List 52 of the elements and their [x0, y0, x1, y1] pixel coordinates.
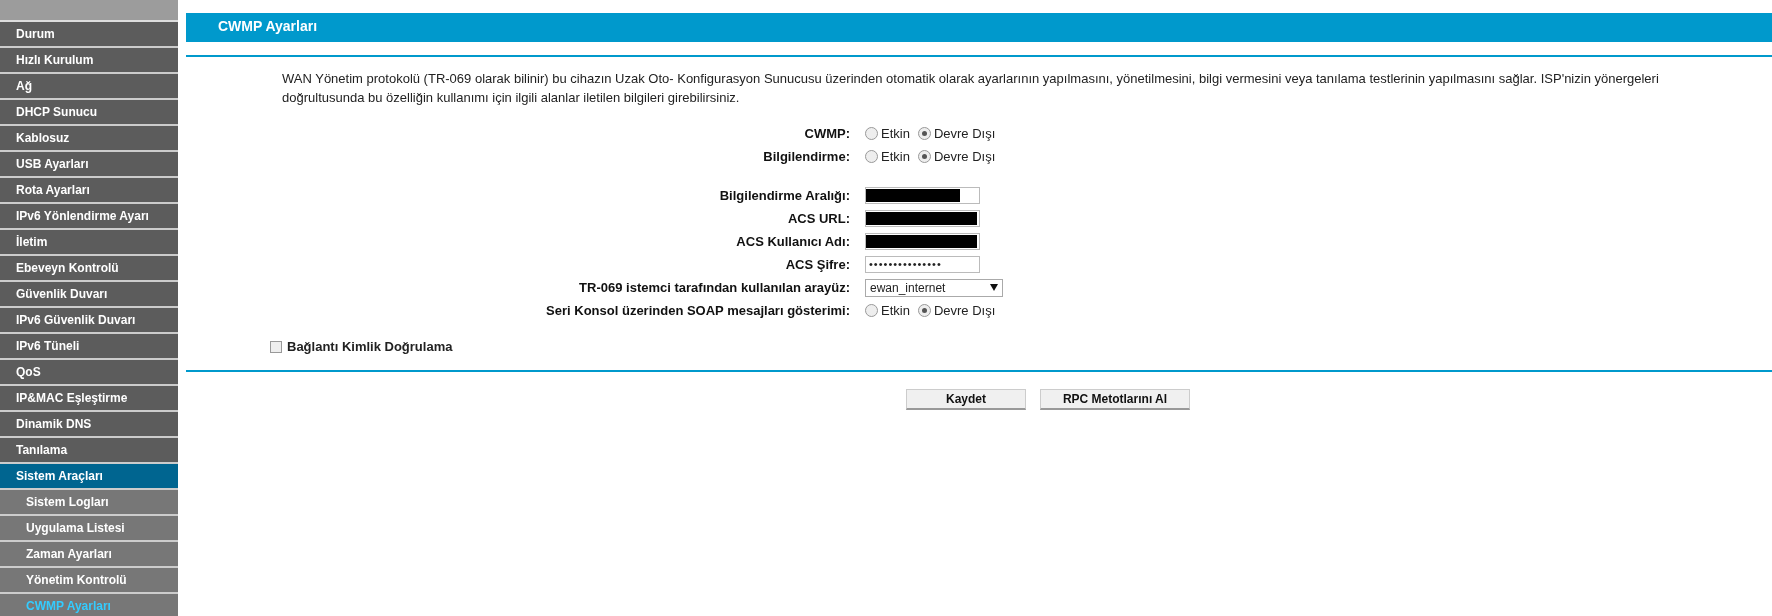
checkbox[interactable] — [270, 340, 282, 353]
action-button[interactable]: Kaydet — [906, 389, 1026, 410]
sidebar-item[interactable]: IP&MAC Eşleştirme — [0, 386, 178, 412]
radio-button[interactable] — [917, 150, 931, 163]
sidebar-subitem[interactable]: Zaman Ayarları — [0, 542, 178, 568]
field-label: ACS Şifre: — [784, 257, 851, 272]
field-label: ACS URL: — [786, 211, 851, 226]
page-title: CWMP Ayarları — [186, 13, 1772, 42]
sidebar-subitem[interactable]: Sistem Logları — [0, 490, 178, 516]
radio-button[interactable] — [917, 304, 931, 317]
interface-dropdown[interactable]: ewan_internet — [865, 278, 1003, 297]
sidebar-subitem[interactable]: Yönetim Kontrolü — [0, 568, 178, 594]
sidebar-item[interactable]: USB Ayarları — [0, 152, 178, 178]
sidebar-item[interactable]: Kablosuz — [0, 126, 178, 152]
radio-label: Etkin — [881, 303, 910, 318]
sidebar-item[interactable]: Rota Ayarları — [0, 178, 178, 204]
field-label: TR-069 istemci tarafından kullanılan arayüz: — [578, 280, 851, 295]
sidebar-item[interactable]: Hızlı Kurulum — [0, 48, 178, 74]
field-label: ACS Kullanıcı Adı: — [735, 234, 851, 249]
sidebar-item[interactable]: Güvenlik Duvarı — [0, 282, 178, 308]
sidebar-item[interactable]: İletim — [0, 230, 178, 256]
sidebar-item[interactable]: Ebeveyn Kontrolü — [0, 256, 178, 282]
radio-label: Devre Dışı — [933, 149, 996, 164]
redacted-field[interactable] — [865, 187, 980, 204]
sidebar-item[interactable]: Ağ — [0, 74, 178, 100]
radio-label: Etkin — [881, 149, 910, 164]
sidebar-item[interactable]: Sistem Araçları — [0, 464, 178, 490]
radio-label: Etkin — [881, 126, 910, 141]
field-label: Seri Konsol üzerinden SOAP mesajları gösterimi: — [545, 303, 851, 318]
field-label: Bilgilendirme: — [762, 149, 851, 164]
radio-button[interactable] — [917, 127, 931, 140]
password-field[interactable]: ••••••••••••••• — [865, 256, 980, 273]
sidebar-item[interactable]: IPv6 Güvenlik Duvarı — [0, 308, 178, 334]
sidebar-item[interactable]: Dinamik DNS — [0, 412, 178, 438]
radio-button[interactable] — [865, 127, 878, 140]
sidebar-item[interactable]: IPv6 Yönlendirme Ayarı — [0, 204, 178, 230]
sidebar-subitem[interactable]: Uygulama Listesi — [0, 516, 178, 542]
sidebar-item[interactable]: IPv6 Tüneli — [0, 334, 178, 360]
radio-button[interactable] — [865, 304, 878, 317]
field-label: CWMP: — [803, 126, 851, 141]
checkbox-label: Bağlantı Kimlik Doğrulama — [287, 339, 453, 354]
action-button[interactable]: RPC Metotlarını Al — [1040, 389, 1190, 410]
radio-label: Devre Dışı — [933, 303, 996, 318]
radio-button[interactable] — [865, 150, 878, 163]
description-text: WAN Yönetim protokolü (TR-069 olarak bilinir) bu cihazın Uzak Oto- Konfigurasyon Sunucusu üzerinden otomatik olarak ayarlarının yapılmasını, yönetilmesini, bilgi vermesini veya tanılama testlerinin yapılmasını sağlar. ISP'nizin yönergeleri doğrultusunda bu özelliğin kullanımı için ilgili alanlar iletilen bilgileri girebilirsiniz. — [282, 70, 1660, 107]
sidebar-item[interactable]: Durum — [0, 22, 178, 48]
sidebar-item[interactable]: DHCP Sunucu — [0, 100, 178, 126]
sidebar-item[interactable]: Tanılama — [0, 438, 178, 464]
radio-label: Devre Dışı — [933, 126, 996, 141]
dropdown-caret-icon — [990, 284, 998, 291]
field-label: Bilgilendirme Aralığı: — [718, 188, 851, 203]
sidebar-item[interactable]: QoS — [0, 360, 178, 386]
